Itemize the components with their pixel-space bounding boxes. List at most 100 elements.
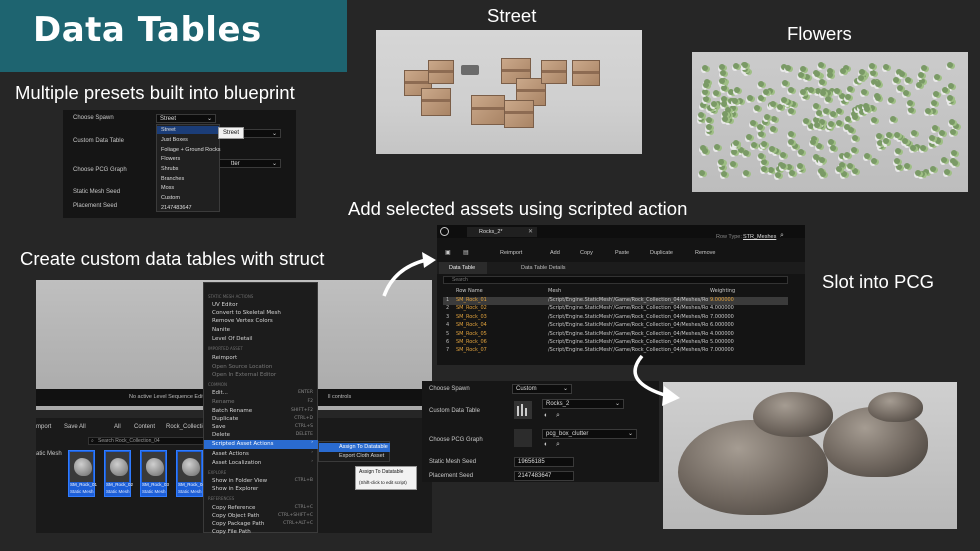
- asset-tile[interactable]: SM_Rock_04 Static Mesh: [176, 450, 205, 497]
- flower-plant: [875, 80, 882, 87]
- menu-item-copy-package-path[interactable]: Copy Package Path: [212, 521, 264, 527]
- menu-item-delete[interactable]: Delete: [212, 432, 230, 438]
- row-name[interactable]: SM_Rock_03: [456, 314, 487, 320]
- menu-item-just-boxes[interactable]: Just Boxes: [161, 137, 188, 143]
- search-icon[interactable]: ⌕: [780, 232, 784, 240]
- menu-item-moss[interactable]: Moss: [161, 185, 174, 191]
- static-mesh-seed-input[interactable]: 19656185: [514, 457, 574, 467]
- tab-data-table-details[interactable]: Data Table Details: [521, 265, 566, 271]
- row-weighting[interactable]: 4.000000: [710, 305, 734, 311]
- save-all-button[interactable]: Save All: [64, 424, 86, 430]
- spawn-dropdown[interactable]: Street ⌄: [156, 114, 216, 123]
- menu-item-batch-rename[interactable]: Batch Rename: [212, 408, 252, 414]
- row-name[interactable]: SM_Rock_07: [456, 347, 487, 353]
- row-name[interactable]: SM_Rock_05: [456, 331, 487, 337]
- import-button[interactable]: mport: [36, 424, 51, 430]
- row-mesh-path[interactable]: /Script/Engine.StaticMesh'/Game/Rock_Col…: [548, 322, 708, 328]
- row-index[interactable]: 4: [446, 322, 449, 328]
- row-weighting[interactable]: 6.000000: [710, 322, 734, 328]
- menu-item-asset-actions[interactable]: Asset Actions: [212, 451, 249, 457]
- menu-item-level-of-detail[interactable]: Level Of Detail: [212, 336, 252, 342]
- menu-item-export-cloth-asset[interactable]: Export Cloth Asset: [339, 453, 384, 459]
- search-icon[interactable]: ⌕: [556, 441, 560, 449]
- copy-row-button[interactable]: Copy: [580, 250, 593, 256]
- table-search-input[interactable]: Search: [443, 276, 788, 284]
- menu-item-remove-vertex-colors[interactable]: Remove Vertex Colors: [212, 318, 273, 324]
- tab-rocks[interactable]: Rocks_2* ✕: [467, 227, 537, 237]
- menu-item-copy-file-path[interactable]: Copy File Path: [212, 529, 251, 535]
- row-name[interactable]: SM_Rock_06: [456, 339, 487, 345]
- row-index[interactable]: 1: [446, 297, 449, 303]
- row-index[interactable]: 6: [446, 339, 449, 345]
- menu-item-convert-skeletal[interactable]: Convert to Skeletal Mesh: [212, 310, 281, 316]
- browse-icon[interactable]: ◐: [544, 412, 548, 419]
- heading-presets: Multiple presets built into blueprint: [15, 82, 295, 103]
- data-table-dropdown[interactable]: Rocks_2 ⌄: [542, 399, 624, 409]
- menu-item-street[interactable]: Street: [161, 127, 176, 133]
- menu-item-copy-object-path[interactable]: Copy Object Path: [212, 513, 259, 519]
- menu-item-open-source-location[interactable]: Open Source Location: [212, 364, 272, 370]
- add-row-button[interactable]: Add: [550, 250, 560, 256]
- paste-row-button[interactable]: Paste: [615, 250, 629, 256]
- row-mesh-path[interactable]: /Script/Engine.StaticMesh'/Game/Rock_Col…: [548, 297, 708, 303]
- pcg-graph-dropdown[interactable]: pcg_box_clutter ⌄: [542, 429, 637, 439]
- spawn-dropdown[interactable]: Custom ⌄: [512, 384, 572, 394]
- row-weighting[interactable]: 7.000000: [710, 314, 734, 320]
- filter-static-mesh[interactable]: atic Mesh: [36, 451, 62, 457]
- row-mesh-path[interactable]: /Script/Engine.StaticMesh'/Game/Rock_Col…: [548, 331, 708, 337]
- menu-item-duplicate[interactable]: Duplicate: [212, 416, 238, 422]
- menu-item-flowers[interactable]: Flowers: [161, 156, 180, 162]
- menu-item-edit[interactable]: Edit...: [212, 390, 228, 396]
- menu-item-save[interactable]: Save: [212, 424, 226, 430]
- row-name[interactable]: SM_Rock_02: [456, 305, 487, 311]
- column-header-row-name[interactable]: Row Name: [456, 288, 483, 294]
- row-mesh-path[interactable]: /Script/Engine.StaticMesh'/Game/Rock_Col…: [548, 339, 708, 345]
- row-name[interactable]: SM_Rock_01: [456, 297, 487, 303]
- column-header-weighting[interactable]: Weighting: [710, 288, 735, 294]
- row-mesh-path[interactable]: /Script/Engine.StaticMesh'/Game/Rock_Col…: [548, 314, 708, 320]
- row-name[interactable]: SM_Rock_04: [456, 322, 487, 328]
- row-mesh-path[interactable]: /Script/Engine.StaticMesh'/Game/Rock_Col…: [548, 305, 708, 311]
- menu-item-reimport[interactable]: Reimport: [212, 355, 237, 361]
- breadcrumb-all[interactable]: All: [114, 424, 121, 430]
- column-header-mesh[interactable]: Mesh: [548, 288, 561, 294]
- remove-row-button[interactable]: Remove: [695, 250, 715, 256]
- tab-data-table[interactable]: Data Table: [439, 262, 487, 274]
- browse-icon[interactable]: ◐: [544, 441, 548, 448]
- close-icon[interactable]: ✕: [528, 228, 533, 235]
- asset-tile[interactable]: SM_Rock_01 Static Mesh: [68, 450, 97, 497]
- browse-icon[interactable]: ▤: [463, 249, 469, 256]
- row-weighting[interactable]: 4.000000: [710, 331, 734, 337]
- menu-item-assign-to-datatable[interactable]: Assign To Datatable: [339, 444, 388, 450]
- menu-item-asset-localization[interactable]: Asset Localization: [212, 460, 261, 466]
- row-index[interactable]: 2: [446, 305, 449, 311]
- row-type-value[interactable]: STR_Meshes: [743, 234, 776, 240]
- menu-item-uv-editor[interactable]: UV Editor: [212, 302, 238, 308]
- menu-item-branches[interactable]: Branches: [161, 176, 184, 182]
- asset-tile[interactable]: SM_Rock_03 Static Mesh: [140, 450, 169, 497]
- menu-item-copy-reference[interactable]: Copy Reference: [212, 505, 255, 511]
- menu-item-nanite[interactable]: Nanite: [212, 327, 230, 333]
- breadcrumb-content[interactable]: Content: [134, 424, 155, 430]
- menu-item-open-external[interactable]: Open In External Editor: [212, 372, 276, 378]
- menu-item-scripted-asset-actions[interactable]: Scripted Asset Actions: [212, 441, 273, 447]
- menu-item-show-folder-view[interactable]: Show in Folder View: [212, 478, 267, 484]
- asset-tile[interactable]: SM_Rock_02 Static Mesh: [104, 450, 133, 497]
- reimport-button[interactable]: Reimport: [500, 250, 522, 256]
- duplicate-row-button[interactable]: Duplicate: [650, 250, 673, 256]
- row-index[interactable]: 5: [446, 331, 449, 337]
- row-index[interactable]: 7: [446, 347, 449, 353]
- menu-item-show-explorer[interactable]: Show in Explorer: [212, 486, 258, 492]
- pcg-graph-dropdown[interactable]: tter ⌄: [218, 159, 281, 168]
- placement-seed-input[interactable]: 2147483647: [514, 471, 574, 481]
- save-icon[interactable]: ▣: [445, 249, 451, 256]
- row-index[interactable]: 3: [446, 314, 449, 320]
- row-weighting[interactable]: 7.000000: [710, 347, 734, 353]
- menu-item-foliage-ground-rocks[interactable]: Foliage + Ground Rocks: [161, 147, 220, 153]
- menu-item-custom[interactable]: Custom: [161, 195, 180, 201]
- row-weighting[interactable]: 9.000000: [710, 297, 734, 303]
- search-icon[interactable]: ⌕: [556, 412, 560, 420]
- menu-item-shrubs[interactable]: Shrubs: [161, 166, 178, 172]
- menu-item-rename[interactable]: Rename: [212, 399, 235, 405]
- row-weighting[interactable]: 5.000000: [710, 339, 734, 345]
